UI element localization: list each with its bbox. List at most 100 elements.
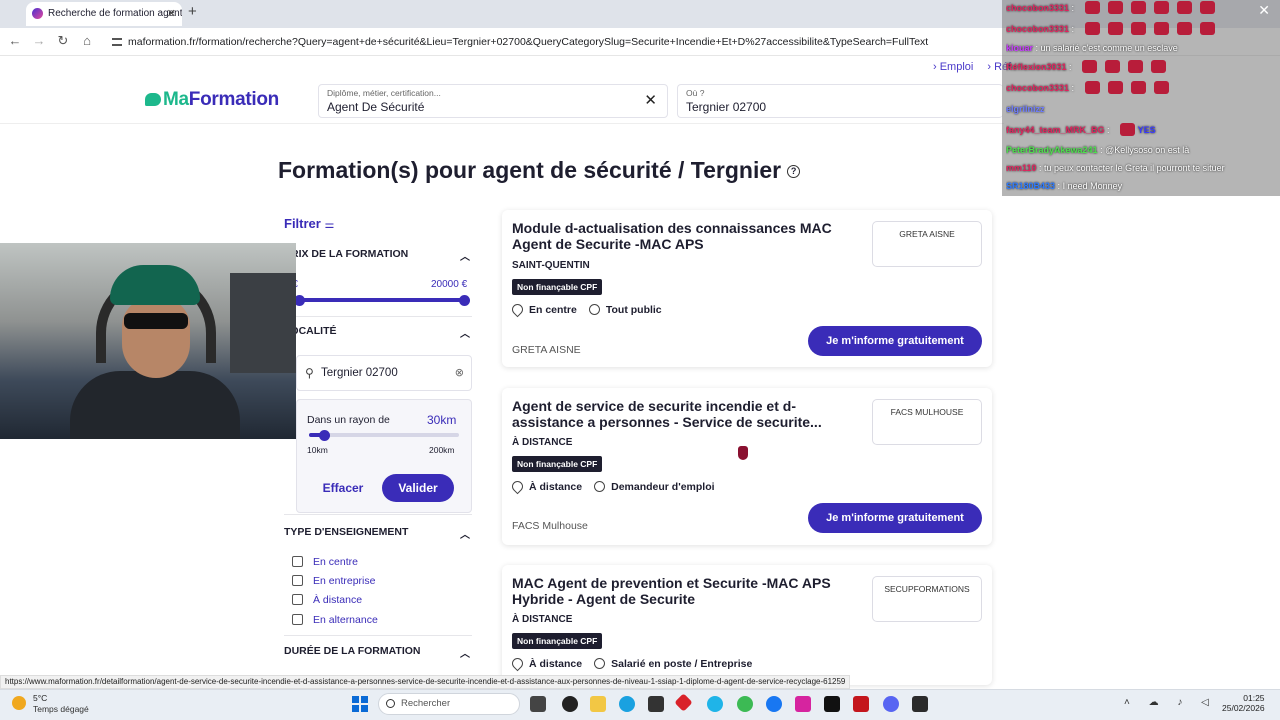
app-icon[interactable] — [853, 696, 869, 712]
address-bar[interactable]: maformation.fr/formation/recherche?Query… — [112, 33, 1002, 51]
query-field[interactable]: Diplôme, métier, certification... Agent … — [318, 84, 668, 118]
apply-button[interactable]: Valider — [382, 474, 454, 502]
radius-handle[interactable] — [319, 430, 330, 441]
task-view-icon[interactable] — [530, 696, 546, 712]
webcam-overlay — [0, 243, 296, 439]
result-location: À DISTANCE — [512, 437, 573, 448]
home-icon[interactable]: ⌂ — [78, 33, 96, 48]
inform-button[interactable]: Je m'informe gratuitement — [808, 326, 982, 356]
logo-bubble-icon — [145, 93, 161, 106]
windows-start-icon[interactable] — [352, 696, 368, 712]
smiley-icon — [594, 658, 606, 669]
clear-locality-icon[interactable]: ⊗ — [455, 366, 464, 379]
duration-section-header[interactable]: DURÉE DE LA FORMATION ︿ — [284, 645, 472, 660]
price-max-handle[interactable] — [459, 295, 470, 306]
system-tray[interactable]: ˄ ☁ ♪ ◁ — [1124, 697, 1217, 708]
chat-user: mm110 — [1006, 163, 1037, 173]
option-label: En alternance — [313, 614, 378, 626]
option-en-centre[interactable]: En centre — [292, 556, 358, 568]
result-title[interactable]: MAC Agent de prevention et Securite -MAC… — [512, 575, 857, 607]
location-placeholder: Où ? — [686, 88, 705, 98]
taskbar-search[interactable]: Rechercher — [378, 693, 520, 715]
result-title[interactable]: Agent de service de securite incendie et… — [512, 398, 857, 430]
chat-user: chocobon3331 — [1006, 3, 1070, 13]
tab-title: Recherche de formation agent — [48, 8, 182, 19]
maformation-logo[interactable]: MaFormation — [145, 89, 279, 111]
chat-message: PeterBradyAkewa241 : @Kellysoso on est l… — [1006, 145, 1190, 155]
chrome-icon[interactable] — [737, 696, 753, 712]
chat-message: Réflexion3031 : — [1006, 59, 1274, 76]
option-a-distance[interactable]: À distance — [292, 594, 362, 606]
checkbox[interactable] — [292, 614, 303, 625]
chat-message: fany44_team_MRK_BG : YES — [1006, 123, 1156, 136]
chat-message: elgrilnizz — [1006, 101, 1274, 118]
instagram-icon[interactable] — [795, 696, 811, 712]
map-pin-icon — [509, 301, 526, 318]
store-icon[interactable] — [648, 696, 664, 712]
reload-icon[interactable]: ↻ — [54, 33, 72, 49]
cap-icon — [110, 265, 200, 305]
chevron-up-icon: ︿ — [460, 530, 470, 541]
clock[interactable]: 01:25 25/02/2026 — [1222, 693, 1265, 713]
search-icon — [386, 699, 395, 708]
new-tab-icon[interactable]: + — [188, 3, 197, 20]
checkbox[interactable] — [292, 556, 303, 567]
map-pin-icon — [509, 478, 526, 495]
terminal-icon[interactable] — [912, 696, 928, 712]
result-card[interactable]: MAC Agent de prevention et Securite -MAC… — [502, 565, 992, 685]
chat-text: I need Monney — [1062, 181, 1123, 191]
result-meta: À distance Salarié en poste / Entreprise — [509, 655, 752, 672]
result-meta: À distance Demandeur d'emploi — [509, 478, 715, 495]
location-section-header[interactable]: LOCALITÉ ︿ — [284, 325, 472, 340]
chat-overlay: ✕ chocobon3331 : chocobon3331 : kiouar :… — [1002, 0, 1280, 196]
cpf-badge: Non finançable CPF — [512, 456, 603, 472]
price-section-label: PRIX DE LA FORMATION — [284, 248, 409, 260]
forward-icon[interactable]: → — [30, 33, 48, 48]
radius-slider-track[interactable] — [309, 433, 459, 437]
taskbar — [0, 689, 1280, 720]
back-icon[interactable]: ← — [6, 33, 24, 48]
price-section-header[interactable]: PRIX DE LA FORMATION ︿ — [284, 248, 472, 263]
streamer-body — [70, 371, 240, 439]
close-tab-icon[interactable]: ✕ — [167, 2, 176, 26]
result-title[interactable]: Module d-actualisation des connaissances… — [512, 220, 857, 252]
edge-icon[interactable] — [619, 696, 635, 712]
chat-user: chocobon3331 — [1006, 24, 1070, 34]
price-slider-track[interactable] — [298, 298, 466, 302]
location-field[interactable]: Où ? Tergnier 02700 — [677, 84, 1003, 118]
cpf-badge: Non finançable CPF — [512, 633, 603, 649]
checkbox[interactable] — [292, 594, 303, 605]
result-card[interactable]: Module d-actualisation des connaissances… — [502, 210, 992, 367]
locality-input[interactable]: ⚲ Tergnier 02700 ⊗ — [296, 355, 472, 391]
discord-icon[interactable] — [883, 696, 899, 712]
clock-time: 01:25 — [1243, 693, 1265, 703]
clock-date: 25/02/2026 — [1222, 703, 1265, 713]
app-icon[interactable] — [707, 696, 723, 712]
filter-toggle[interactable]: Filtrer ⚌ — [284, 216, 334, 231]
help-icon[interactable]: ? — [787, 165, 801, 179]
chat-text: un salarié c'est comme un esclave — [1040, 43, 1178, 53]
site-settings-icon[interactable] — [112, 38, 122, 47]
chat-message: chocobon3331 : — [1006, 0, 1274, 17]
divider — [284, 635, 472, 636]
inform-button[interactable]: Je m'informe gratuitement — [808, 503, 982, 533]
clear-button[interactable]: Effacer — [310, 474, 376, 502]
option-en-alternance[interactable]: En alternance — [292, 614, 378, 626]
page-title: Formation(s) pour agent de sécurité / Te… — [278, 157, 801, 184]
checkbox[interactable] — [292, 575, 303, 586]
teaching-section-header[interactable]: TYPE D'ENSEIGNEMENT ︿ — [284, 526, 472, 541]
price-max: 20000 € — [431, 279, 468, 290]
browser-tab[interactable]: Recherche de formation agent ✕ — [26, 2, 182, 26]
app-icon[interactable] — [562, 696, 578, 712]
file-explorer-icon[interactable] — [590, 696, 606, 712]
tiktok-icon[interactable] — [824, 696, 840, 712]
facebook-icon[interactable] — [766, 696, 782, 712]
emploi-link[interactable]: › Emploi — [933, 61, 973, 73]
query-value: Agent De Sécurité — [327, 100, 425, 114]
option-en-entreprise[interactable]: En entreprise — [292, 575, 375, 587]
clear-query-icon[interactable]: ✕ — [644, 91, 657, 109]
option-label: À distance — [313, 594, 363, 606]
location-value: Tergnier 02700 — [686, 100, 767, 114]
result-card[interactable]: Agent de service de securite incendie et… — [502, 388, 992, 545]
sliders-icon: ⚌ — [324, 219, 335, 231]
